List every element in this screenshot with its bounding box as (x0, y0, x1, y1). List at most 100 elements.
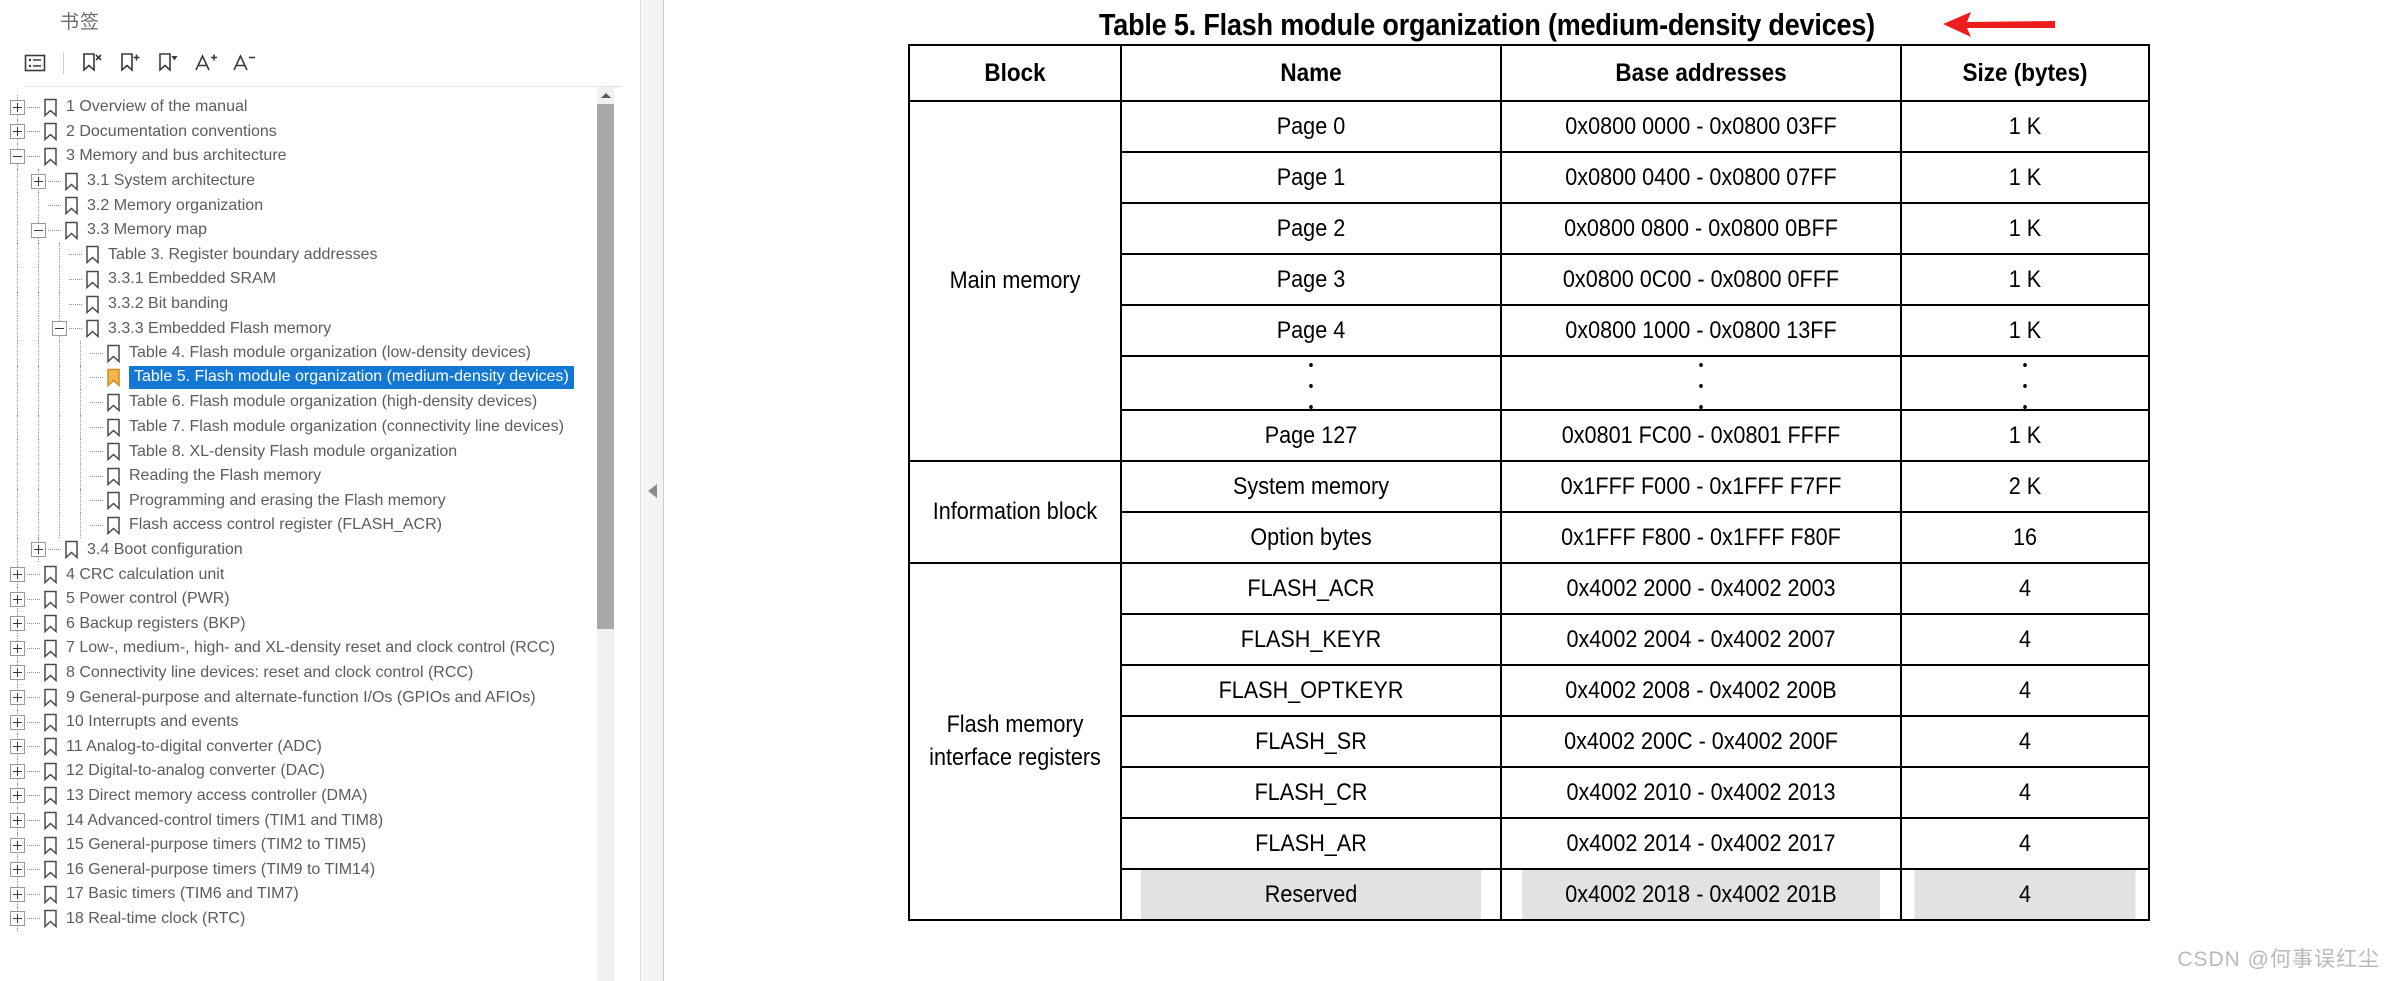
goto-bookmark-icon[interactable] (149, 45, 187, 81)
panel-collapse-divider[interactable] (640, 0, 664, 981)
bookmark-tree-item[interactable]: 3.3.2 Bit banding (0, 291, 640, 317)
expand-icon[interactable] (31, 542, 46, 558)
bookmark-tree-item[interactable]: 5 Power control (PWR) (0, 586, 640, 612)
bookmark-tree-item[interactable]: Flash access control register (FLASH_ACR… (0, 513, 640, 538)
tree-guide-line (38, 390, 39, 415)
collapse-icon[interactable] (10, 148, 25, 164)
bookmark-tree-item[interactable]: 8 Connectivity line devices: reset and c… (0, 660, 640, 686)
bookmark-tree-item[interactable]: 3.4 Boot configuration (0, 537, 640, 563)
bookmark-tree-item[interactable]: Table 4. Flash module organization (low-… (0, 340, 640, 366)
cell-size: 2 K (1912, 460, 2138, 513)
expand-icon[interactable] (10, 886, 25, 902)
bookmark-tree-item[interactable]: 16 General-purpose timers (TIM9 to TIM14… (0, 857, 640, 882)
expand-icon[interactable] (10, 567, 25, 583)
bookmark-tree-item[interactable]: 1 Overview of the manual (0, 95, 640, 120)
expand-list-icon[interactable] (16, 45, 54, 81)
bookmark-tree-item[interactable]: Programming and erasing the Flash memory (0, 488, 640, 514)
bookmark-tree-item[interactable]: Table 3. Register boundary addresses (0, 242, 640, 268)
bookmark-item-label: 3.3.1 Embedded SRAM (108, 270, 277, 288)
expand-icon[interactable] (10, 739, 25, 755)
increase-font-icon[interactable] (187, 45, 225, 81)
tree-connector (27, 106, 40, 108)
expand-icon[interactable] (10, 640, 25, 656)
bookmark-tree-item[interactable]: 15 General-purpose timers (TIM2 to TIM5) (0, 832, 640, 858)
tree-guide-line (17, 217, 18, 243)
bookmark-tree-item[interactable]: 11 Analog-to-digital converter (ADC) (0, 734, 640, 760)
bookmark-tree-item[interactable]: 3.3.3 Embedded Flash memory (0, 316, 640, 341)
bookmark-tree-item[interactable]: 14 Advanced-control timers (TIM1 and TIM… (0, 808, 640, 833)
bookmark-tree-item[interactable]: 13 Direct memory access controller (DMA) (0, 783, 640, 809)
tree-connector (48, 205, 61, 207)
expand-icon[interactable] (10, 788, 25, 804)
cell-size: 4 (1912, 613, 2138, 666)
bookmark-icon (44, 615, 57, 634)
tab-bookmarks[interactable]: 书签 (52, 5, 108, 40)
tree-connector (90, 500, 103, 502)
expand-icon[interactable] (10, 616, 25, 632)
bookmark-tree-item[interactable]: 2 Documentation conventions (0, 119, 640, 145)
scrollbar-thumb[interactable] (597, 104, 614, 629)
bookmark-item-label: Reading the Flash memory (129, 467, 322, 485)
expand-icon[interactable] (10, 813, 25, 829)
cell-base-address: 0x0800 0800 - 0x0800 0BFF (1520, 202, 1882, 255)
bookmark-icon (65, 221, 78, 240)
bookmark-tree-item[interactable]: 3.1 System architecture (0, 168, 640, 194)
bookmark-tree-item[interactable]: 3.3 Memory map (0, 217, 640, 243)
bookmark-item-label: 6 Backup registers (BKP) (66, 614, 246, 632)
expand-icon[interactable] (10, 862, 25, 878)
bookmark-icon (107, 344, 120, 363)
tree-guide-line (38, 439, 39, 464)
bookmark-tree-item[interactable]: Table 7. Flash module organization (conn… (0, 414, 640, 440)
bookmark-icon (65, 196, 78, 216)
decrease-font-icon[interactable] (225, 45, 263, 81)
bookmark-tree-item[interactable]: 3 Memory and bus architecture (0, 144, 640, 169)
bookmark-tree-item[interactable]: 4 CRC calculation unit (0, 562, 640, 587)
expand-icon[interactable] (10, 714, 25, 730)
expand-icon[interactable] (10, 99, 25, 115)
app-root: 书签 1 Overview of the manual 2 Documentat… (0, 0, 2394, 981)
tree-guide-line (59, 488, 60, 514)
tree-connector (27, 672, 40, 674)
expand-icon[interactable] (10, 124, 25, 140)
bookmark-item-label: 15 General-purpose timers (TIM2 to TIM5) (66, 836, 367, 854)
expand-icon[interactable] (10, 690, 25, 706)
expand-icon[interactable] (10, 911, 25, 927)
bookmark-tree-scroll[interactable]: 1 Overview of the manual 2 Documentation … (0, 87, 640, 981)
expand-icon[interactable] (10, 837, 25, 853)
bookmark-tree-item[interactable]: 18 Real-time clock (RTC) (0, 906, 640, 932)
bookmark-tree-item[interactable]: Table 8. XL-density Flash module organiz… (0, 439, 640, 464)
bookmark-tree-item[interactable]: 3.2 Memory organization (0, 193, 640, 218)
vertical-scrollbar[interactable] (597, 87, 614, 981)
collapse-icon[interactable] (31, 222, 46, 238)
add-bookmark-icon[interactable] (111, 45, 149, 81)
scroll-up-button[interactable] (597, 87, 614, 104)
collapse-icon[interactable] (52, 321, 67, 337)
tree-guide-line (38, 242, 39, 268)
expand-icon[interactable] (10, 665, 25, 681)
bookmark-tree-item[interactable]: Table 6. Flash module organization (high… (0, 390, 640, 415)
bookmark-tree-item[interactable]: 17 Basic timers (TIM6 and TIM7) (0, 882, 640, 907)
bookmark-icon (44, 787, 57, 806)
bookmark-tree-item[interactable]: Table 5. Flash module organization (medi… (0, 365, 640, 391)
bookmark-tree-item[interactable]: 3.3.1 Embedded SRAM (0, 267, 640, 292)
bookmark-tree-item[interactable]: 6 Backup registers (BKP) (0, 611, 640, 637)
bookmark-tree-item[interactable]: Reading the Flash memory (0, 463, 640, 489)
bookmark-item-label: Table 6. Flash module organization (high… (129, 393, 538, 411)
delete-bookmark-icon[interactable] (73, 45, 111, 81)
tree-connector (90, 475, 103, 477)
expand-icon[interactable] (10, 591, 25, 607)
tree-guide-line (59, 390, 60, 415)
bookmark-tree-item[interactable]: 9 General-purpose and alternate-function… (0, 685, 640, 710)
bookmark-tree-item[interactable]: 12 Digital-to-analog converter (DAC) (0, 759, 640, 784)
tree-connector (69, 328, 82, 330)
bookmark-tree-item[interactable]: 7 Low-, medium-, high- and XL-density re… (0, 636, 640, 661)
bookmark-tree: 1 Overview of the manual 2 Documentation … (0, 95, 640, 932)
bookmark-icon (107, 467, 120, 486)
expand-icon[interactable] (10, 763, 25, 779)
expand-icon[interactable] (31, 173, 46, 189)
bookmark-tree-item[interactable]: 10 Interrupts and events (0, 709, 640, 735)
